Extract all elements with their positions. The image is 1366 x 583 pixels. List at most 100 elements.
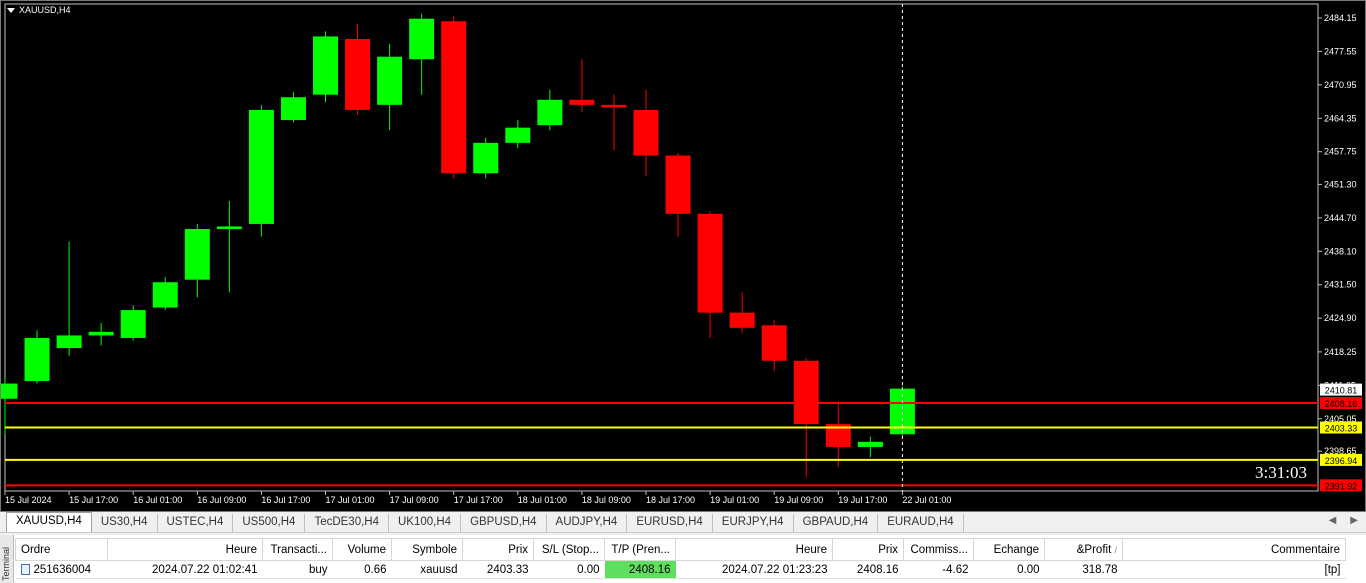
candle-body-bull	[857, 441, 883, 447]
candle-body-bull	[313, 36, 338, 95]
x-tick-label: 18 Jul 09:00	[582, 495, 631, 505]
candle-body-bear	[345, 38, 371, 110]
col-commentaire[interactable]: Commentaire	[1122, 538, 1346, 561]
col-ordre[interactable]: Ordre	[15, 538, 108, 561]
col-heure[interactable]: Heure	[107, 538, 263, 561]
chart-tab-ustec-h4[interactable]: USTEC,H4	[158, 514, 234, 532]
cell-commission: -4.62	[903, 560, 974, 579]
col-profit[interactable]: &Profit /	[1044, 538, 1123, 561]
cell-profit: 318.78	[1044, 560, 1123, 579]
chart-tab-us30-h4[interactable]: US30,H4	[92, 514, 158, 532]
candle-body-bull	[24, 337, 50, 382]
x-tick-label: 15 Jul 17:00	[69, 495, 118, 505]
col-volume[interactable]: Volume	[332, 538, 392, 561]
cell-tp: 2408.16	[604, 560, 676, 579]
col-tp[interactable]: T/P (Pren...	[604, 538, 676, 561]
candle-body-bear	[601, 104, 627, 108]
col-prix-close[interactable]: Prix	[832, 538, 904, 561]
chart-tab-audjpy-h4[interactable]: AUDJPY,H4	[547, 514, 628, 532]
candle-body-bull	[152, 282, 178, 308]
table-header-row: Ordre Heure Transacti... Volume Symbole …	[15, 538, 1346, 561]
price-line-label: 2396.94	[1325, 456, 1358, 466]
y-tick-label: 2418.25	[1324, 347, 1357, 357]
chart-window[interactable]: 2408.16 2403.33 2396.94 2391.92 2484.15 2477.…	[0, 0, 1366, 512]
x-tick-label: 22 Jul 01:00	[902, 495, 951, 505]
cell-echange: 0.00	[973, 560, 1045, 579]
chart-tab-euraud-h4[interactable]: EURAUD,H4	[878, 514, 964, 532]
cell-transaction: buy	[262, 560, 333, 579]
price-line-label: 2391.92	[1325, 481, 1358, 491]
col-transaction[interactable]: Transacti...	[262, 538, 333, 561]
cell-heure: 2024.07.22 01:02:41	[107, 560, 263, 579]
cell-prix-close: 2408.16	[832, 560, 904, 579]
candle-body-bear	[665, 155, 691, 214]
candle-body-bear	[569, 99, 595, 105]
candle-body-bull	[88, 331, 114, 336]
candle-body-bear	[729, 312, 755, 328]
col-sl[interactable]: S/L (Stop...	[533, 538, 605, 561]
cell-heure-close: 2024.07.22 01:23:23	[675, 560, 833, 579]
y-tick-label: 2451.30	[1324, 179, 1357, 189]
chart-tab-xauusd-h4[interactable]: XAUUSD,H4	[6, 512, 92, 532]
chart-tab-eurusd-h4[interactable]: EURUSD,H4	[627, 514, 713, 532]
x-tick-label: 19 Jul 01:00	[710, 495, 759, 505]
col-heure-close[interactable]: Heure	[675, 538, 833, 561]
col-prix[interactable]: Prix	[462, 538, 534, 561]
x-tick-label: 17 Jul 09:00	[390, 495, 439, 505]
x-tick-label: 17 Jul 17:00	[454, 495, 503, 505]
candle-body-bear	[761, 325, 787, 361]
cell-symbole: xauusd	[391, 560, 463, 579]
terminal-side-label: Terminal	[0, 535, 14, 583]
candle-body-bull	[216, 226, 242, 230]
x-tick-label: 17 Jul 01:00	[326, 495, 375, 505]
x-tick-label: 18 Jul 17:00	[646, 495, 695, 505]
cell-ordre: 251636004	[15, 560, 108, 579]
x-tick-label: 19 Jul 09:00	[774, 495, 823, 505]
candle-body-bear	[633, 109, 659, 156]
chart-tab-uk100-h4[interactable]: UK100,H4	[389, 514, 462, 532]
y-tick-label: 2431.50	[1324, 280, 1357, 290]
scroll-right-icon[interactable]: ▶	[1350, 515, 1358, 526]
y-tick-label: 2464.35	[1324, 113, 1357, 123]
price-line-label: 2403.33	[1325, 424, 1358, 434]
candlestick-chart[interactable]: 2408.16 2403.33 2396.94 2391.92 2484.15 2477.…	[1, 1, 1365, 511]
y-tick-label: 2438.10	[1324, 246, 1357, 256]
candle-body-bull	[1, 383, 18, 399]
scroll-left-icon[interactable]: ◀	[1329, 515, 1337, 526]
current-price-label: 2410.81	[1325, 386, 1358, 396]
terminal-panel: Terminal Ordre Heure Transacti... Volume…	[0, 535, 1366, 583]
chart-title: XAUUSD,H4	[7, 5, 71, 15]
chart-symbol-label: XAUUSD,H4	[19, 5, 71, 15]
candle-body-bull	[377, 56, 403, 105]
col-symbole[interactable]: Symbole	[391, 538, 463, 561]
x-tick-label: 16 Jul 17:00	[261, 495, 310, 505]
col-commission[interactable]: Commiss...	[903, 538, 974, 561]
col-echange[interactable]: Echange	[973, 538, 1045, 561]
dropdown-arrow-icon[interactable]	[7, 7, 15, 13]
y-tick-label: 2398.65	[1324, 446, 1357, 456]
candle-body-bull	[473, 142, 499, 174]
chart-tab-gbpusd-h4[interactable]: GBPUSD,H4	[461, 514, 547, 532]
candle-body-bull	[248, 109, 274, 224]
y-tick-label: 2424.90	[1324, 313, 1357, 323]
y-tick-label: 2405.05	[1324, 414, 1357, 424]
document-icon	[20, 563, 30, 575]
y-tick-label: 2470.95	[1324, 80, 1357, 90]
sort-indicator: /	[1114, 544, 1117, 555]
chart-tab-gbpaud-h4[interactable]: GBPAUD,H4	[794, 514, 879, 532]
chart-tab-bar: XAUUSD,H4 US30,H4 USTEC,H4 US500,H4 TecDE30,…	[0, 512, 1366, 533]
history-table: Ordre Heure Transacti... Volume Symbole …	[15, 538, 1346, 579]
x-tick-label: 18 Jul 01:00	[518, 495, 567, 505]
chart-tab-eurjpy-h4[interactable]: EURJPY,H4	[713, 514, 794, 532]
candle-countdown: 3:31:03	[1255, 463, 1307, 482]
cell-prix: 2403.33	[462, 560, 534, 579]
x-tick-label: 16 Jul 01:00	[133, 495, 182, 505]
chart-tab-tecde30-h4[interactable]: TecDE30,H4	[305, 514, 389, 532]
tab-scroll-arrows: ◀ ▶	[1329, 515, 1358, 526]
candle-body-bear	[441, 21, 467, 174]
table-row[interactable]: 251636004 2024.07.22 01:02:41 buy 0.66 x…	[15, 560, 1346, 579]
candle-body-bull	[184, 229, 210, 280]
chart-tab-us500-h4[interactable]: US500,H4	[233, 514, 306, 532]
price-line-label: 2408.16	[1325, 399, 1358, 409]
y-tick-label: 2444.70	[1324, 213, 1357, 223]
